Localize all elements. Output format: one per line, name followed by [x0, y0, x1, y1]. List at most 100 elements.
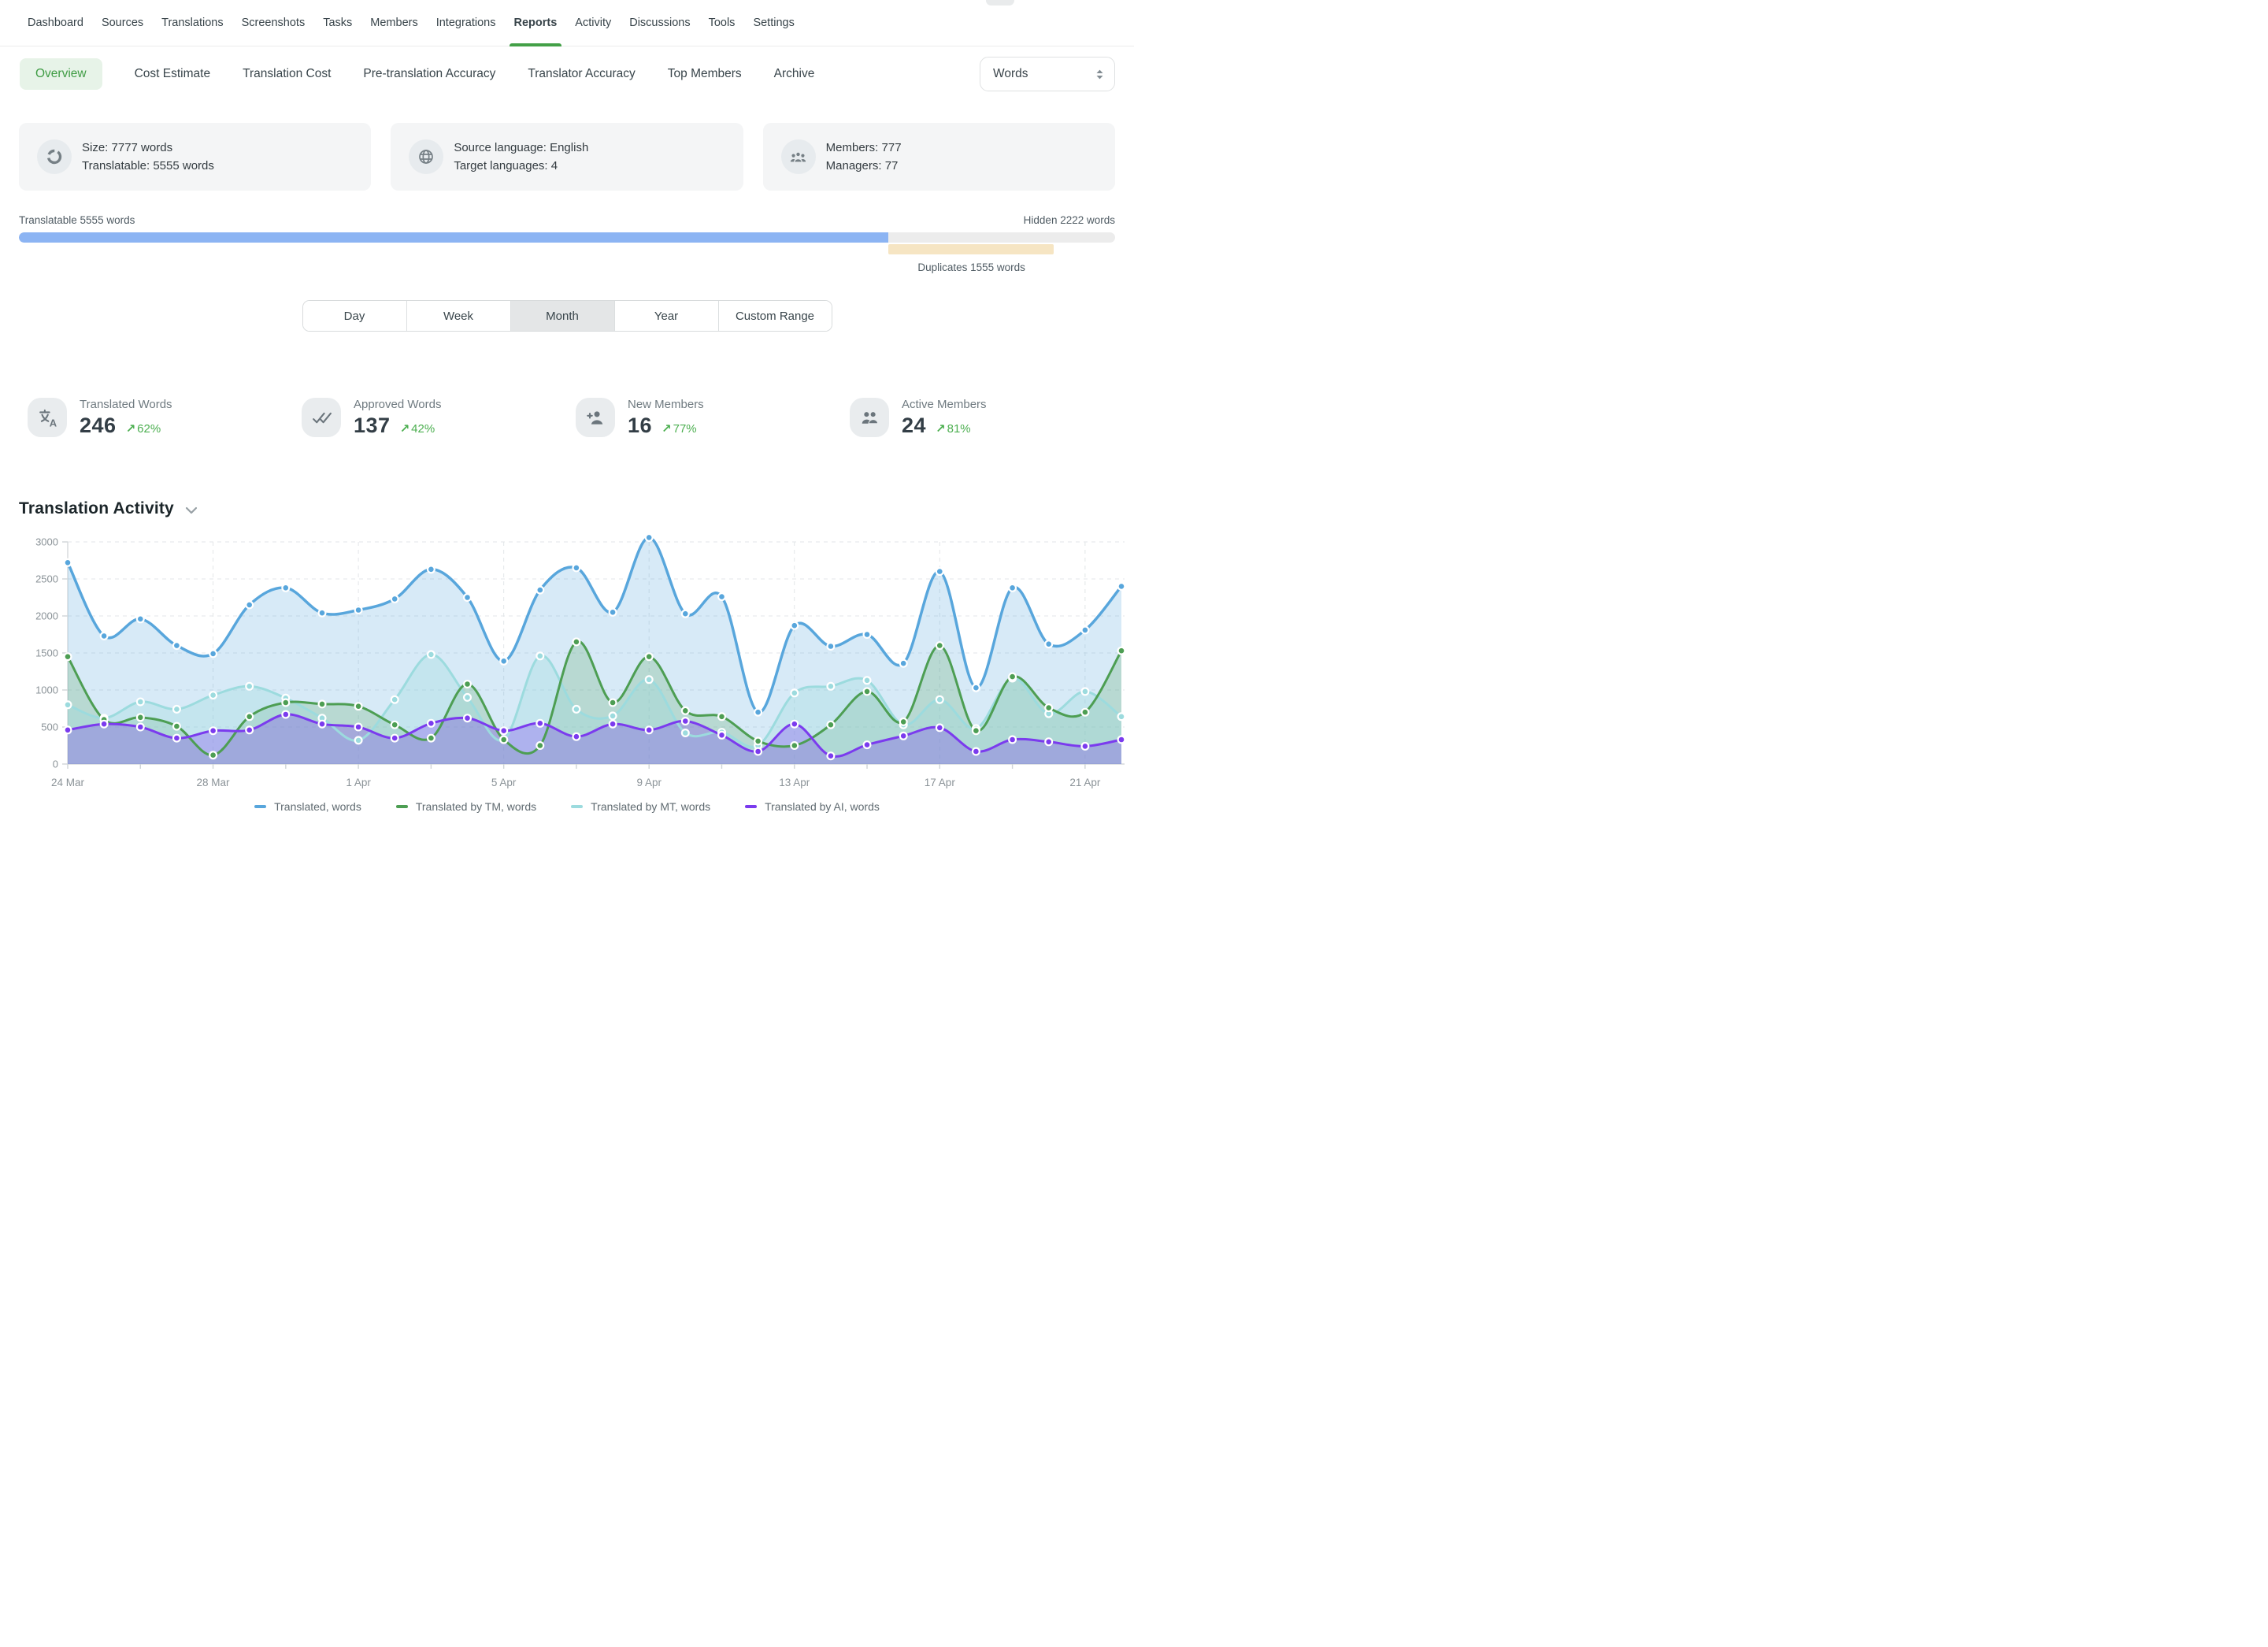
stat-change: ↗62%	[126, 421, 161, 436]
svg-text:2000: 2000	[35, 610, 58, 622]
words-progress-bar	[19, 232, 1115, 243]
translation-activity-header: Translation Activity	[19, 499, 1115, 518]
nav-item-integrations[interactable]: Integrations	[436, 0, 496, 46]
svg-text:9 Apr: 9 Apr	[636, 777, 662, 788]
subnav-item-top-members[interactable]: Top Members	[668, 67, 742, 81]
nav-item-activity[interactable]: Activity	[575, 0, 611, 46]
subnav-item-translator-accuracy[interactable]: Translator Accuracy	[528, 67, 635, 81]
translate-icon: A	[28, 398, 67, 437]
legend-label: Translated by TM, words	[416, 800, 536, 813]
legend-item-translated-words[interactable]: Translated, words	[254, 800, 361, 813]
nav-item-sources[interactable]: Sources	[102, 0, 143, 46]
legend-label: Translated by MT, words	[591, 800, 710, 813]
nav-item-discussions[interactable]: Discussions	[629, 0, 690, 46]
donut-chart-icon	[37, 139, 72, 174]
stat-label: Approved Words	[354, 398, 441, 411]
legend-item-translated-by-tm-words[interactable]: Translated by TM, words	[396, 800, 536, 813]
translation-activity-chart: 0 500 1000 1500 2000 2500 3000 24 Mar 28 Mar 1 Ap…	[0, 525, 1134, 799]
summary-card-text: Members: 777Managers: 77	[826, 139, 902, 175]
nav-item-dashboard[interactable]: Dashboard	[28, 0, 83, 46]
legend-label: Translated by AI, words	[765, 800, 880, 813]
summary-card: Size: 7777 wordsTranslatable: 5555 words	[19, 123, 371, 191]
chevron-down-icon[interactable]	[185, 506, 198, 514]
nav-item-members[interactable]: Members	[370, 0, 417, 46]
stat-label: Translated Words	[80, 398, 172, 411]
summary-card-text: Source language: EnglishTarget languages…	[454, 139, 588, 175]
svg-text:2500: 2500	[35, 573, 58, 585]
duplicates-label: Duplicates 1555 words	[917, 262, 1025, 273]
range-tab-month[interactable]: Month	[510, 301, 614, 331]
unit-select[interactable]: Words	[980, 57, 1115, 91]
summary-card: Source language: EnglishTarget languages…	[391, 123, 743, 191]
subnav-item-translation-cost[interactable]: Translation Cost	[243, 67, 331, 81]
unit-select-value: Words	[993, 67, 1028, 81]
nav-item-screenshots[interactable]: Screenshots	[242, 0, 306, 46]
nav-item-reports[interactable]: Reports	[514, 0, 558, 46]
section-title: Translation Activity	[19, 499, 174, 518]
nav-item-translations[interactable]: Translations	[161, 0, 223, 46]
svg-text:A: A	[49, 417, 57, 428]
stat-change: ↗77%	[662, 421, 697, 436]
nav-item-settings[interactable]: Settings	[753, 0, 794, 46]
stat-label: New Members	[628, 398, 704, 411]
svg-text:28 Mar: 28 Mar	[197, 777, 231, 788]
people-icon	[850, 398, 889, 437]
legend-item-translated-by-mt-words[interactable]: Translated by MT, words	[571, 800, 710, 813]
translatable-words-label: Translatable 5555 words	[19, 214, 135, 226]
activity-chart-svg: 0 500 1000 1500 2000 2500 3000 24 Mar 28 Mar 1 Ap…	[0, 525, 1134, 799]
range-tab-custom-range[interactable]: Custom Range	[718, 301, 832, 331]
date-range-control-wrap: DayWeekMonthYearCustom Range	[0, 300, 1134, 332]
svg-text:5 Apr: 5 Apr	[491, 777, 517, 788]
svg-text:500: 500	[41, 721, 58, 733]
reports-subnav: Overview Cost Estimate Translation Cost Pre…	[0, 46, 1134, 101]
trend-up-icon: ↗	[936, 422, 946, 436]
svg-text:17 Apr: 17 Apr	[925, 777, 956, 788]
globe-icon	[409, 139, 443, 174]
hidden-words-label: Hidden 2222 words	[1024, 214, 1115, 226]
summary-card: Members: 777Managers: 77	[763, 123, 1115, 191]
svg-text:24 Mar: 24 Mar	[51, 777, 85, 788]
top-navigation: Dashboard Sources Translations Screenshots T…	[0, 0, 1134, 46]
legend-swatch	[396, 805, 408, 809]
select-arrows-icon	[1095, 68, 1105, 81]
stat-label: Active Members	[902, 398, 987, 411]
range-tab-day[interactable]: Day	[303, 301, 406, 331]
subnav-item-overview[interactable]: Overview	[20, 58, 102, 90]
trend-up-icon: ↗	[400, 422, 410, 436]
stat-value: 24	[902, 414, 926, 438]
legend-item-translated-by-ai-words[interactable]: Translated by AI, words	[745, 800, 880, 813]
legend-swatch	[254, 805, 266, 809]
svg-text:1 Apr: 1 Apr	[346, 777, 371, 788]
nav-item-tools[interactable]: Tools	[709, 0, 736, 46]
stat-value: 137	[354, 414, 391, 438]
range-tab-year[interactable]: Year	[614, 301, 718, 331]
words-progress-section: Translatable 5555 words Hidden 2222 word…	[19, 214, 1115, 254]
trend-up-icon: ↗	[126, 422, 136, 436]
subnav-item-pre-translation-accuracy[interactable]: Pre-translation Accuracy	[363, 67, 495, 81]
range-tab-week[interactable]: Week	[406, 301, 510, 331]
svg-text:1500: 1500	[35, 647, 58, 659]
translatable-progress-fill	[19, 232, 888, 243]
stat-value: 16	[628, 414, 652, 438]
chart-legend: Translated, words Translated by TM, words…	[0, 800, 1134, 813]
svg-text:0: 0	[53, 759, 58, 770]
stat-approved-words: Approved Words 137 ↗42%	[293, 398, 567, 438]
legend-swatch	[571, 805, 583, 809]
stat-translated-words: ATranslated Words246↗62%	[19, 398, 293, 438]
stats-row: ATranslated Words246↗62%Approved Words13…	[19, 398, 1115, 438]
members-icon	[781, 139, 816, 174]
svg-text:1000: 1000	[35, 684, 58, 696]
duplicates-bar	[888, 244, 1054, 254]
trend-up-icon: ↗	[662, 422, 672, 436]
stat-change: ↗81%	[936, 421, 971, 436]
stat-change: ↗42%	[400, 421, 435, 436]
date-range-control: DayWeekMonthYearCustom Range	[302, 300, 832, 332]
person-add-icon	[576, 398, 615, 437]
stat-new-members: New Members 16 ↗77%	[567, 398, 841, 438]
summary-card-text: Size: 7777 wordsTranslatable: 5555 words	[82, 139, 214, 175]
svg-text:3000: 3000	[35, 536, 58, 548]
subnav-item-cost-estimate[interactable]: Cost Estimate	[135, 67, 210, 81]
legend-label: Translated, words	[274, 800, 361, 813]
subnav-item-archive[interactable]: Archive	[774, 67, 815, 81]
nav-item-tasks[interactable]: Tasks	[323, 0, 352, 46]
